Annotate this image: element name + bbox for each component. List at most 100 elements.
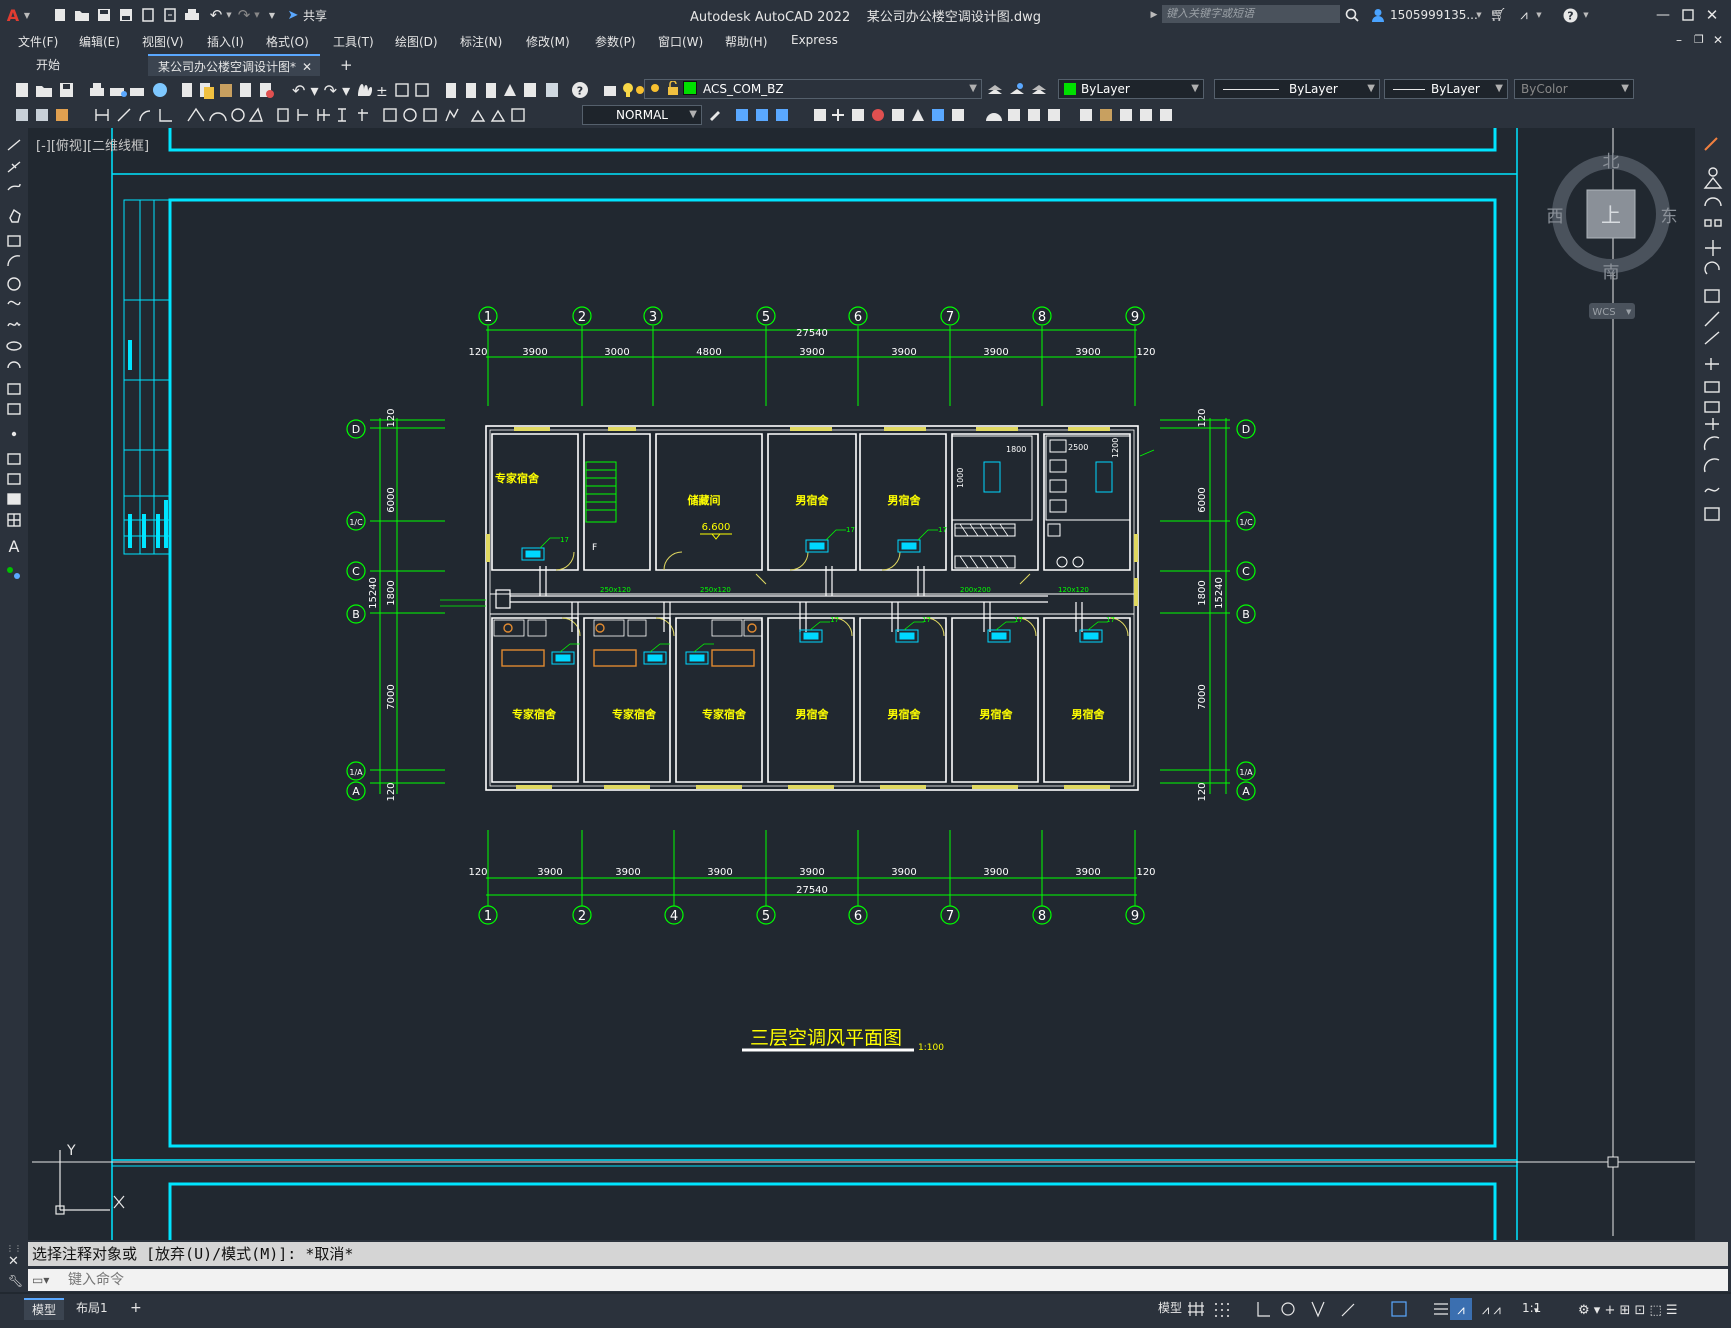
toilet-dim-2: 2500 bbox=[1068, 443, 1088, 452]
menu-insert[interactable]: 插入(I) bbox=[207, 33, 244, 50]
right-dim-3: 1800 bbox=[1197, 580, 1208, 605]
menu-format[interactable]: 格式(O) bbox=[266, 33, 309, 50]
save-icon[interactable] bbox=[96, 7, 112, 23]
menu-file[interactable]: 文件(F) bbox=[18, 33, 58, 50]
menu-express[interactable]: Express bbox=[791, 33, 838, 47]
tab-layout1[interactable]: 布局1 bbox=[68, 1298, 116, 1318]
new-tab-icon[interactable]: + bbox=[334, 54, 358, 76]
search-icon[interactable] bbox=[1344, 7, 1360, 23]
command-input[interactable]: ▭▾ 键入命令 bbox=[28, 1269, 1728, 1291]
open-file-icon[interactable] bbox=[74, 7, 90, 23]
axis-top-2: 2 bbox=[578, 310, 586, 325]
draw-tools-icons[interactable]: A bbox=[0, 128, 28, 588]
lineweight-preview bbox=[1393, 89, 1425, 90]
overall-dim-bottom: 27540 bbox=[796, 885, 828, 896]
command-prompt-icon[interactable]: ▭▾ bbox=[32, 1269, 49, 1291]
modify-tool-palette bbox=[1695, 128, 1731, 1248]
model-space-button[interactable]: 模型 bbox=[1150, 1298, 1190, 1318]
doc-close-icon[interactable]: ✕ bbox=[1713, 33, 1723, 47]
autodesk-app-icon[interactable]: ⩘ bbox=[1516, 7, 1532, 23]
search-expand-icon[interactable]: ▶ bbox=[1149, 7, 1159, 23]
app-dropdown-icon[interactable]: ▼ bbox=[1535, 7, 1543, 23]
save-web-icon[interactable] bbox=[162, 7, 178, 23]
menu-tools[interactable]: 工具(T) bbox=[333, 33, 374, 50]
tab-drawing[interactable]: 某公司办公楼空调设计图* ✕ bbox=[148, 54, 320, 76]
viewcube-west[interactable]: 西 bbox=[1547, 207, 1564, 227]
plotstyle-combo[interactable]: ByColor ▼ bbox=[1514, 79, 1634, 99]
app-logo[interactable]: A bbox=[6, 6, 20, 25]
menu-dimension[interactable]: 标注(N) bbox=[460, 33, 502, 50]
status-toggles[interactable]: ⩘ ⩘ ⩘ ▾ ⚙︎ ▾ + ⊞ ⊡ ⬚ ☰ bbox=[1186, 1298, 1726, 1320]
customize-qat-icon[interactable]: ▼ bbox=[266, 7, 278, 23]
cart-icon[interactable]: 🛒︎ bbox=[1490, 7, 1507, 23]
user-name[interactable]: 1505999135... bbox=[1390, 7, 1478, 23]
menu-edit[interactable]: 编辑(E) bbox=[79, 33, 120, 50]
command-placeholder: 键入命令 bbox=[68, 1272, 124, 1288]
undo-icon[interactable]: ↶ bbox=[208, 6, 224, 24]
menu-modify[interactable]: 修改(M) bbox=[526, 33, 570, 50]
viewcube-east[interactable]: 东 bbox=[1661, 207, 1678, 227]
lineweight-combo[interactable]: ByLayer ▼ bbox=[1384, 79, 1508, 99]
wcs-label[interactable]: WCS bbox=[1592, 307, 1615, 318]
drawing-canvas[interactable]: Y [-][俯视][二维线框] 上 北 南 东 西 WCS ▼ 1 2 3 5 … bbox=[28, 128, 1695, 1240]
dimstyle-combo[interactable]: NORMAL ▼ bbox=[582, 105, 702, 125]
app-menu-chevron-icon[interactable]: ▼ bbox=[22, 7, 32, 23]
tab-close-icon[interactable]: ✕ bbox=[302, 56, 312, 78]
layer-name: ACS_COM_BZ bbox=[703, 82, 784, 96]
svg-text:⩘ ⩘: ⩘ ⩘ bbox=[1482, 1303, 1501, 1318]
bottom-dim-5: 3900 bbox=[891, 867, 916, 878]
add-layout-icon[interactable]: + bbox=[122, 1298, 150, 1318]
maximize-icon[interactable] bbox=[1680, 7, 1696, 23]
viewcube-south[interactable]: 南 bbox=[1603, 263, 1620, 283]
undo-dropdown-icon[interactable]: ▼ bbox=[225, 7, 233, 23]
svg-text:⚙︎ ▾ + ⊞ ⊡ ⬚ ☰: ⚙︎ ▾ + ⊞ ⊡ ⬚ ☰ bbox=[1578, 1303, 1678, 1318]
tab-start[interactable]: 开始 bbox=[26, 54, 146, 76]
layer-tools-icons[interactable] bbox=[986, 80, 1056, 100]
share-label[interactable]: 共享 bbox=[303, 7, 327, 23]
menu-view[interactable]: 视图(V) bbox=[142, 33, 184, 50]
redo-dropdown-icon[interactable]: ▼ bbox=[253, 7, 261, 23]
menu-window[interactable]: 窗口(W) bbox=[658, 33, 703, 50]
share-icon[interactable]: ➤ bbox=[286, 7, 300, 23]
color-value: ByLayer bbox=[1081, 82, 1130, 96]
menu-help[interactable]: 帮助(H) bbox=[725, 33, 767, 50]
new-file-icon[interactable] bbox=[52, 7, 68, 23]
search-input[interactable]: 键入关键字或短语 bbox=[1162, 5, 1340, 23]
command-close-icon[interactable]: ✕ bbox=[8, 1254, 19, 1269]
dimension-toolbar-icons[interactable] bbox=[6, 105, 576, 125]
axis-top-6: 6 bbox=[854, 310, 862, 325]
open-web-icon[interactable] bbox=[140, 7, 156, 23]
help-dropdown-icon[interactable]: ▼ bbox=[1582, 7, 1590, 23]
viewcube-top[interactable]: 上 bbox=[1601, 203, 1621, 227]
menu-draw[interactable]: 绘图(D) bbox=[395, 33, 438, 50]
axis-top-8: 8 bbox=[1038, 310, 1046, 325]
user-icon[interactable] bbox=[1370, 7, 1386, 23]
modify-tools-icons[interactable] bbox=[1695, 128, 1731, 548]
top-dim-7: 3900 bbox=[1075, 347, 1100, 358]
user-dropdown-icon[interactable]: ▼ bbox=[1474, 7, 1484, 23]
plot-icon[interactable] bbox=[184, 7, 200, 23]
command-customize-icon[interactable]: 🔧︎ bbox=[8, 1274, 23, 1288]
layer-combo[interactable]: ACS_COM_BZ ▼ bbox=[644, 79, 982, 99]
terminal-num-3: 17 bbox=[938, 526, 947, 534]
duct-label-3: 200x200 bbox=[960, 586, 991, 594]
redo-icon[interactable]: ↷ bbox=[236, 6, 252, 24]
command-grip-icon[interactable]: ⋮⋮ bbox=[6, 1244, 24, 1254]
minimize-icon[interactable]: — bbox=[1655, 7, 1671, 23]
color-combo[interactable]: ByLayer ▼ bbox=[1058, 79, 1204, 99]
elevation-label: 6.600 bbox=[702, 522, 731, 533]
menu-parametric[interactable]: 参数(P) bbox=[595, 33, 636, 50]
save-as-icon[interactable] bbox=[118, 7, 134, 23]
doc-minimize-icon[interactable]: – bbox=[1676, 33, 1682, 47]
doc-restore-icon[interactable]: ❐ bbox=[1694, 33, 1704, 46]
close-icon[interactable]: ✕ bbox=[1704, 6, 1720, 24]
draw-tool-palette: A bbox=[0, 128, 28, 1248]
tab-model[interactable]: 模型 bbox=[24, 1298, 65, 1320]
standard-toolbar-icons[interactable]: ↶ ▾ ↷ ▾ ± ? bbox=[6, 80, 646, 100]
annotation-scale[interactable]: 1:1 bbox=[1514, 1298, 1549, 1318]
linetype-combo[interactable]: ByLayer ▼ bbox=[1214, 79, 1380, 99]
viewcube-north[interactable]: 北 bbox=[1603, 152, 1620, 172]
help-icon[interactable]: ? bbox=[1562, 7, 1578, 23]
modify-toolbar-icons[interactable] bbox=[706, 105, 1226, 125]
viewport-label[interactable]: [-][俯视][二维线框] bbox=[36, 138, 149, 154]
